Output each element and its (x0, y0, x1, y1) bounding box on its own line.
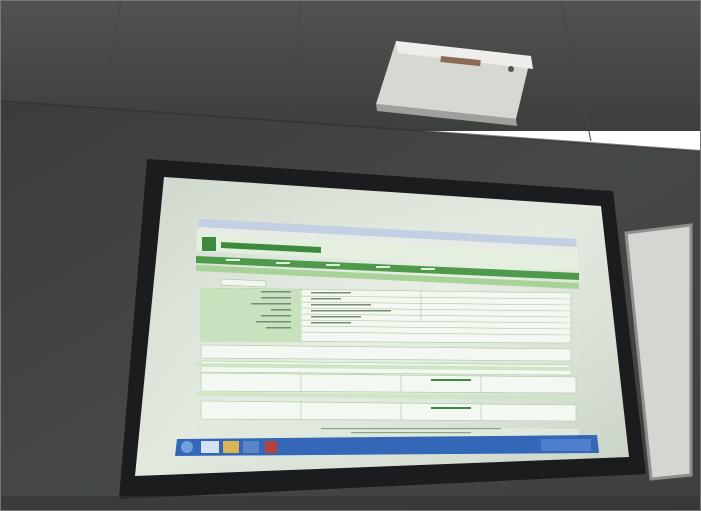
portal-logo (202, 237, 216, 251)
taskbar-app-icon-3 (265, 441, 277, 453)
taskbar-folder-icon (223, 441, 239, 453)
projected-webpage (196, 219, 579, 437)
start-button-icon (181, 441, 193, 453)
projector (376, 41, 533, 126)
photo-frame (0, 0, 701, 511)
taskbar-tray (541, 439, 591, 451)
taskbar-app-icon (201, 441, 219, 453)
room-photo (1, 1, 700, 510)
taskbar-app-icon-2 (243, 441, 259, 453)
